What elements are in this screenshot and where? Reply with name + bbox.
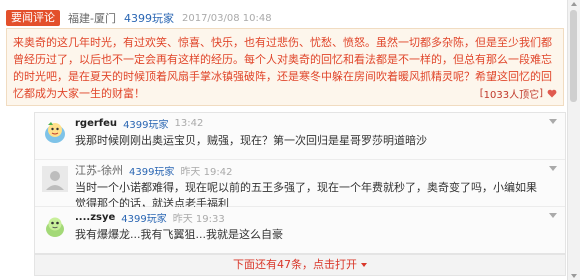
comment-time: 昨天 19:42: [180, 166, 233, 178]
scrollbar-thumb[interactable]: [570, 10, 577, 102]
chevron-down-icon[interactable]: [549, 213, 557, 218]
comment-time: 13:42: [174, 117, 204, 129]
comment-meta: ....zsye 4399玩家 昨天 19:33: [75, 210, 225, 225]
scroll-down-icon[interactable]: [571, 274, 577, 278]
cartoon-avatar[interactable]: [42, 213, 68, 239]
comment-text: 我有爆爆龙...我有飞翼狙...我就是这么自豪: [75, 228, 283, 241]
featured-location: 福建-厦门: [68, 12, 116, 25]
comment-username[interactable]: ....zsye: [75, 212, 115, 223]
comment-meta: rgerfeu 4399玩家 13:42: [75, 116, 204, 131]
like-button[interactable]: [1033人顶它]: [480, 86, 557, 101]
featured-timestamp: 2017/03/08 10:48: [181, 12, 272, 24]
comment-list: rgerfeu 4399玩家 13:42 我那时候刚刚出奥运宝贝，贼强，现在？第…: [34, 112, 566, 254]
vertical-scrollbar[interactable]: [567, 0, 580, 280]
comment-item: rgerfeu 4399玩家 13:42 我那时候刚刚出奥运宝贝，贼强，现在？第…: [35, 113, 565, 160]
featured-comment-box: 来奥奇的这几年时光，有过欢笑、惊喜、快乐，也有过悲伤、忧愁、愤怒。虽然一切都多杂…: [6, 28, 564, 106]
comment-platform-link[interactable]: 4399玩家: [121, 210, 166, 225]
load-more-label: 下面还有47条，点击打开: [233, 258, 357, 271]
chevron-down-icon[interactable]: [549, 166, 557, 171]
featured-platform-link[interactable]: 4399玩家: [124, 10, 174, 26]
comment-item: ....zsye 4399玩家 昨天 19:33 我有爆爆龙...我有飞翼狙..…: [35, 207, 565, 253]
featured-comment-text: 来奥奇的这几年时光，有过欢笑、惊喜、快乐，也有过悲伤、忧愁、愤怒。虽然一切都多杂…: [13, 36, 552, 100]
caret-down-icon: [361, 263, 367, 267]
comment-time: 昨天 19:33: [172, 213, 225, 225]
featured-comment: 要闻评论 福建-厦门 4399玩家 2017/03/08 10:48 来奥奇的这…: [6, 4, 564, 106]
comment-meta: 江苏-徐州 4399玩家 昨天 19:42: [75, 163, 233, 178]
comment-item: 江苏-徐州 4399玩家 昨天 19:42 当时一个小诺都难得，现在呢以前的五王…: [35, 160, 565, 210]
hot-comment-badge: 要闻评论: [6, 10, 60, 26]
default-avatar[interactable]: [42, 166, 68, 192]
comment-platform-link[interactable]: 4399玩家: [129, 163, 174, 178]
like-count: 1033人顶它: [483, 90, 540, 101]
featured-meta: 要闻评论 福建-厦门 4399玩家 2017/03/08 10:48: [6, 10, 272, 26]
comment-username[interactable]: rgerfeu: [75, 118, 117, 129]
chevron-down-icon[interactable]: [549, 119, 557, 124]
comment-text: 我那时候刚刚出奥运宝贝，贼强，现在？第一次回归是星哥罗莎明道暗沙: [75, 134, 427, 147]
comment-platform-link[interactable]: 4399玩家: [123, 116, 168, 131]
load-more-button[interactable]: 下面还有47条，点击打开: [34, 254, 566, 276]
cartoon-avatar[interactable]: [42, 119, 68, 145]
scroll-up-icon[interactable]: [571, 2, 577, 6]
comment-location: 江苏-徐州: [75, 164, 123, 177]
heart-icon: [547, 89, 557, 98]
